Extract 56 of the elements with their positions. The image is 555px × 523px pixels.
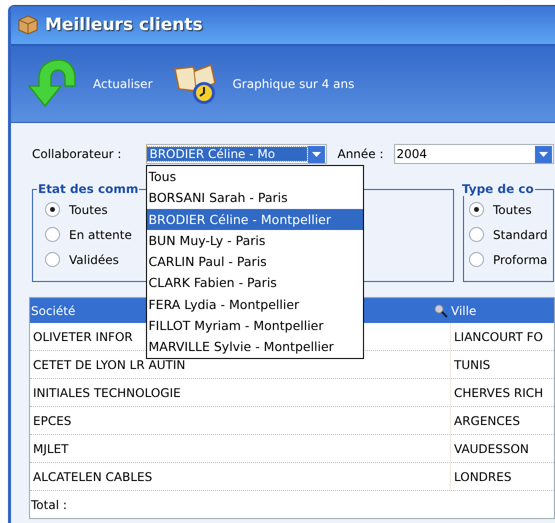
radio-label: Validées: [69, 252, 119, 266]
dropdown-option[interactable]: CLARK Fabien - Paris: [147, 272, 364, 294]
table-cell: LIANCOURT FO: [454, 330, 543, 344]
dropdown-option[interactable]: BRODIER Céline - Montpellier: [147, 208, 364, 230]
table-cell: CHERVES RICH: [454, 386, 544, 400]
dropdown-option[interactable]: Tous: [147, 166, 364, 188]
radio-button[interactable]: [45, 252, 60, 267]
radio-button[interactable]: [469, 227, 484, 242]
caret-icon: [312, 152, 322, 156]
table-cell: ARGENCES: [454, 414, 520, 428]
radio-button[interactable]: [45, 227, 60, 242]
search-icon: [434, 304, 448, 318]
dropdown-option[interactable]: FERA Lydia - Montpellier: [147, 294, 364, 316]
radio-option[interactable]: En attente: [45, 225, 132, 244]
radio-button[interactable]: [469, 252, 484, 267]
total-label: Total :: [30, 496, 68, 514]
column-header[interactable]: Ville: [451, 304, 476, 318]
group-legend: Etat des comm: [37, 182, 140, 196]
radio-label: Toutes: [69, 202, 108, 216]
collaborator-dropdown[interactable]: BRODIER Céline - Mo: [146, 144, 328, 164]
table-cell: INITIALES TECHNOLOGIE: [33, 386, 181, 400]
dropdown-option[interactable]: BORSANI Sarah - Paris: [147, 187, 364, 209]
chart-button[interactable]: Graphique sur 4 ans: [172, 61, 354, 107]
table-cell: LONDRES: [454, 470, 512, 484]
dropdown-option[interactable]: MARVILLE Sylvie - Montpellier: [147, 336, 364, 358]
dropdown-option[interactable]: CARLIN Paul - Paris: [147, 251, 364, 272]
radio-option[interactable]: Validées: [45, 250, 119, 269]
radio-option[interactable]: Proforma: [469, 250, 548, 269]
box-icon: [17, 14, 39, 36]
radio-label: En attente: [69, 228, 132, 242]
refresh-button[interactable]: Actualiser: [23, 56, 152, 112]
table-cell: MJLET: [33, 442, 68, 456]
column-header[interactable]: Société: [31, 304, 76, 318]
table-cell: EPCES: [33, 414, 72, 428]
field-label: Année :: [337, 147, 384, 161]
caret-icon: [538, 152, 548, 156]
table-cell: OLIVETER INFOR: [33, 330, 133, 344]
table-cell: ALCATELEN CABLES: [33, 470, 152, 484]
radio-option[interactable]: Toutes: [469, 200, 532, 219]
field-label: Collaborateur :: [32, 147, 122, 161]
table-cell: VAUDESSON: [454, 442, 529, 456]
radio-button[interactable]: [469, 202, 484, 217]
group-legend: Type de co: [461, 182, 535, 196]
dropdown-option[interactable]: BUN Muy-Ly - Paris: [147, 230, 364, 252]
year-dropdown[interactable]: 2004: [394, 144, 554, 164]
radio-option[interactable]: Standard: [469, 225, 548, 244]
table-cell: TUNIS: [454, 358, 490, 372]
radio-option[interactable]: Toutes: [45, 200, 108, 219]
table-cell: CETET DE LYON LR AUTIN: [33, 358, 186, 372]
book-clock-icon: [172, 61, 218, 107]
radio-label: Toutes: [493, 202, 532, 216]
window-title: Meilleurs clients: [45, 15, 203, 35]
radio-label: Standard: [493, 228, 548, 242]
dropdown-option[interactable]: FILLOT Myriam - Montpellier: [147, 315, 364, 336]
radio-label: Proforma: [493, 252, 548, 266]
radio-button[interactable]: [45, 202, 60, 217]
